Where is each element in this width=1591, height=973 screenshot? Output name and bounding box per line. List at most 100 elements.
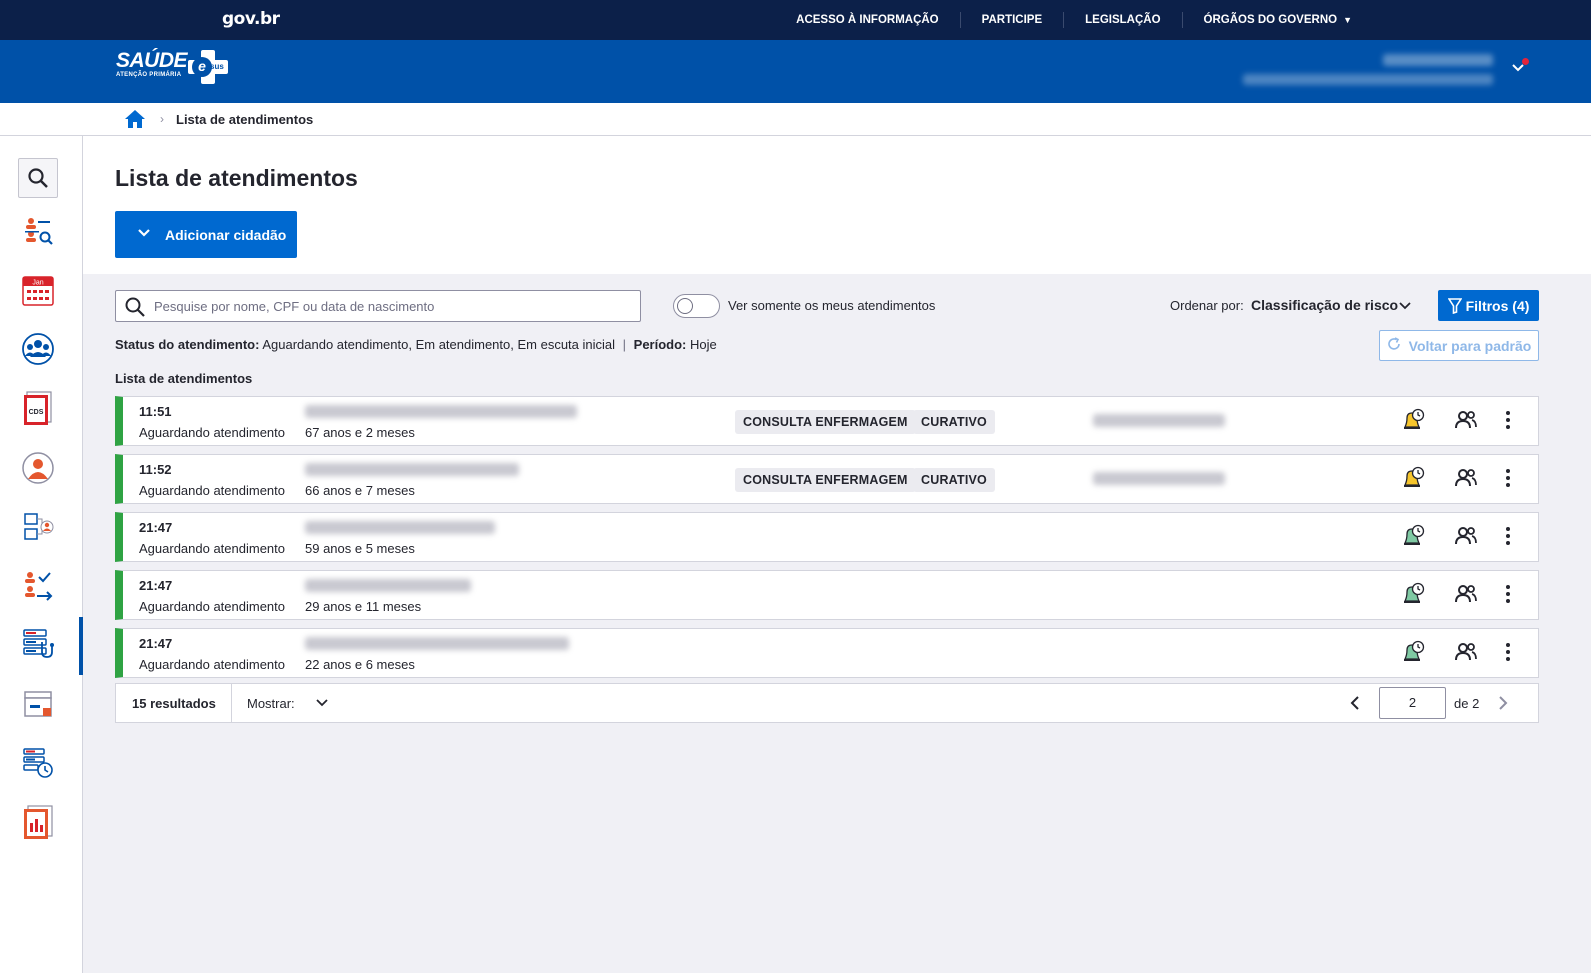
toggle-label: Ver somente os meus atendimentos: [728, 298, 936, 313]
team-icon[interactable]: [1455, 584, 1477, 609]
risk-bell-green-icon[interactable]: [1401, 582, 1425, 611]
risk-bell-green-icon[interactable]: [1401, 524, 1425, 553]
my-attendances-toggle[interactable]: [673, 294, 720, 318]
current-page-input[interactable]: 2: [1379, 687, 1446, 719]
reset-filters-label: Voltar para padrão: [1408, 337, 1532, 354]
more-options-icon[interactable]: [1505, 584, 1511, 609]
patient-age: 67 anos e 2 meses: [305, 425, 415, 440]
patient-name-redacted: [305, 521, 495, 534]
sidebar-archive-icon[interactable]: [18, 684, 58, 724]
gov-links: ACESSO À INFORMAÇÃO PARTICIPE LEGISLAÇÃO…: [775, 0, 1373, 40]
user-info-redacted[interactable]: [1243, 54, 1493, 85]
sidebar-cds-icon[interactable]: CDS: [18, 388, 58, 428]
filters-button[interactable]: Filtros (4): [1438, 290, 1539, 321]
active-filters-summary: Status do atendimento: Aguardando atendi…: [115, 337, 717, 352]
attendance-status: Aguardando atendimento: [139, 599, 286, 614]
main-header-area: [83, 136, 1591, 274]
toggle-knob: [677, 298, 693, 314]
page-title: Lista de atendimentos: [115, 165, 358, 191]
reset-filters-button[interactable]: Voltar para padrão: [1379, 330, 1539, 361]
govbr-logo[interactable]: gov.br: [222, 9, 280, 29]
patient-name-redacted: [305, 579, 471, 592]
app-header: SAÚDE ATENÇÃO PRIMÁRIA e sus: [0, 40, 1591, 103]
page-size-chevron-down-icon[interactable]: [315, 696, 329, 715]
risk-bell-yellow-icon[interactable]: [1401, 408, 1425, 437]
search-input[interactable]: [154, 297, 624, 315]
attendance-status: Aguardando atendimento: [139, 483, 286, 498]
arrival-time: 21:47: [139, 636, 173, 651]
filters-label: Filtros (4): [1465, 297, 1530, 314]
gov-bar: gov.br ACESSO À INFORMAÇÃO PARTICIPE LEG…: [0, 0, 1591, 40]
attendance-row[interactable]: 21:47 Aguardando atendimento 29 anos e 1…: [115, 570, 1539, 620]
attendance-status: Aguardando atendimento: [139, 425, 286, 440]
more-options-icon[interactable]: [1505, 642, 1511, 667]
order-by-select[interactable]: Classificação de risco: [1251, 297, 1398, 313]
chevron-down-icon[interactable]: [1398, 299, 1412, 318]
sidebar-calendar-icon[interactable]: Jan: [18, 270, 58, 310]
more-options-icon[interactable]: [1505, 468, 1511, 493]
add-citizen-button[interactable]: Adicionar cidadão: [115, 211, 297, 258]
team-icon[interactable]: [1455, 526, 1477, 551]
logo-subtitle: ATENÇÃO PRIMÁRIA: [116, 72, 182, 78]
sidebar-search-icon[interactable]: [18, 158, 58, 198]
patient-age: 59 anos e 5 meses: [305, 541, 415, 556]
attendance-status: Aguardando atendimento: [139, 541, 286, 556]
svg-text:CDS: CDS: [29, 409, 44, 416]
team-icon[interactable]: [1455, 468, 1477, 493]
sidebar-citizen-search-icon[interactable]: [18, 211, 58, 251]
professional-redacted: [1093, 414, 1225, 427]
risk-bell-yellow-icon[interactable]: [1401, 466, 1425, 495]
team-icon[interactable]: [1455, 410, 1477, 435]
service-tag: CONSULTA ENFERMAGEM: [735, 468, 916, 492]
divider: [231, 684, 232, 722]
search-field[interactable]: [115, 290, 641, 322]
service-tag: CURATIVO: [913, 410, 995, 434]
app-logo[interactable]: SAÚDE ATENÇÃO PRIMÁRIA e sus: [116, 49, 228, 84]
page-size-label: Mostrar:: [247, 696, 295, 711]
sidebar-report-icon[interactable]: [18, 802, 58, 842]
sidebar-person-icon[interactable]: [18, 448, 58, 488]
gov-link-orgaos[interactable]: ÓRGÃOS DO GOVERNO ▼: [1181, 12, 1373, 28]
service-tag: CONSULTA ENFERMAGEM: [735, 410, 916, 434]
chevron-down-icon: ▼: [1343, 15, 1352, 25]
more-options-icon[interactable]: [1505, 410, 1511, 435]
svg-text:Jan: Jan: [32, 280, 43, 287]
refresh-icon: [1387, 337, 1401, 354]
sidebar-groups-icon[interactable]: [18, 329, 58, 369]
sidebar-queue-clock-icon[interactable]: [18, 743, 58, 783]
sidebar-attendance-list-icon[interactable]: [18, 625, 58, 665]
gov-link-acesso[interactable]: ACESSO À INFORMAÇÃO: [775, 12, 959, 28]
logo-title: SAÚDE: [116, 49, 188, 72]
attendance-row[interactable]: 11:52 Aguardando atendimento 66 anos e 7…: [115, 454, 1539, 504]
results-count: 15 resultados: [132, 696, 216, 711]
home-icon[interactable]: [124, 108, 146, 130]
esus-cross-icon: e sus: [188, 50, 228, 84]
attendance-row[interactable]: 21:47 Aguardando atendimento 22 anos e 6…: [115, 628, 1539, 678]
user-menu-chevron-icon[interactable]: [1511, 60, 1529, 78]
risk-bell-green-icon[interactable]: [1401, 640, 1425, 669]
attendance-row[interactable]: 11:51 Aguardando atendimento 67 anos e 2…: [115, 396, 1539, 446]
patient-age: 29 anos e 11 meses: [305, 599, 422, 614]
patient-name-redacted: [305, 637, 569, 650]
order-by-label: Ordenar por:: [1170, 298, 1244, 313]
gov-link-legislacao[interactable]: LEGISLAÇÃO: [1063, 12, 1181, 28]
total-pages: de 2: [1454, 696, 1480, 711]
patient-age: 22 anos e 6 meses: [305, 657, 415, 672]
arrival-time: 21:47: [139, 578, 173, 593]
sidebar-checklist-icon[interactable]: [18, 566, 58, 606]
team-icon[interactable]: [1455, 642, 1477, 667]
filter-icon: [1447, 297, 1462, 314]
arrival-time: 11:52: [139, 462, 172, 477]
breadcrumb: › Lista de atendimentos: [0, 103, 1591, 136]
attendance-row[interactable]: 21:47 Aguardando atendimento 59 anos e 5…: [115, 512, 1539, 562]
previous-page-icon[interactable]: [1348, 695, 1362, 716]
pagination-bar: 15 resultados Mostrar: 2 de 2: [115, 683, 1539, 723]
chevron-down-icon: [137, 226, 151, 243]
sidebar: Jan CDS: [0, 136, 83, 973]
sidebar-flow-icon[interactable]: [18, 507, 58, 547]
next-page-icon[interactable]: [1496, 695, 1510, 716]
patient-age: 66 anos e 7 meses: [305, 483, 415, 498]
patient-name-redacted: [305, 463, 519, 476]
gov-link-participe[interactable]: PARTICIPE: [959, 12, 1064, 28]
more-options-icon[interactable]: [1505, 526, 1511, 551]
